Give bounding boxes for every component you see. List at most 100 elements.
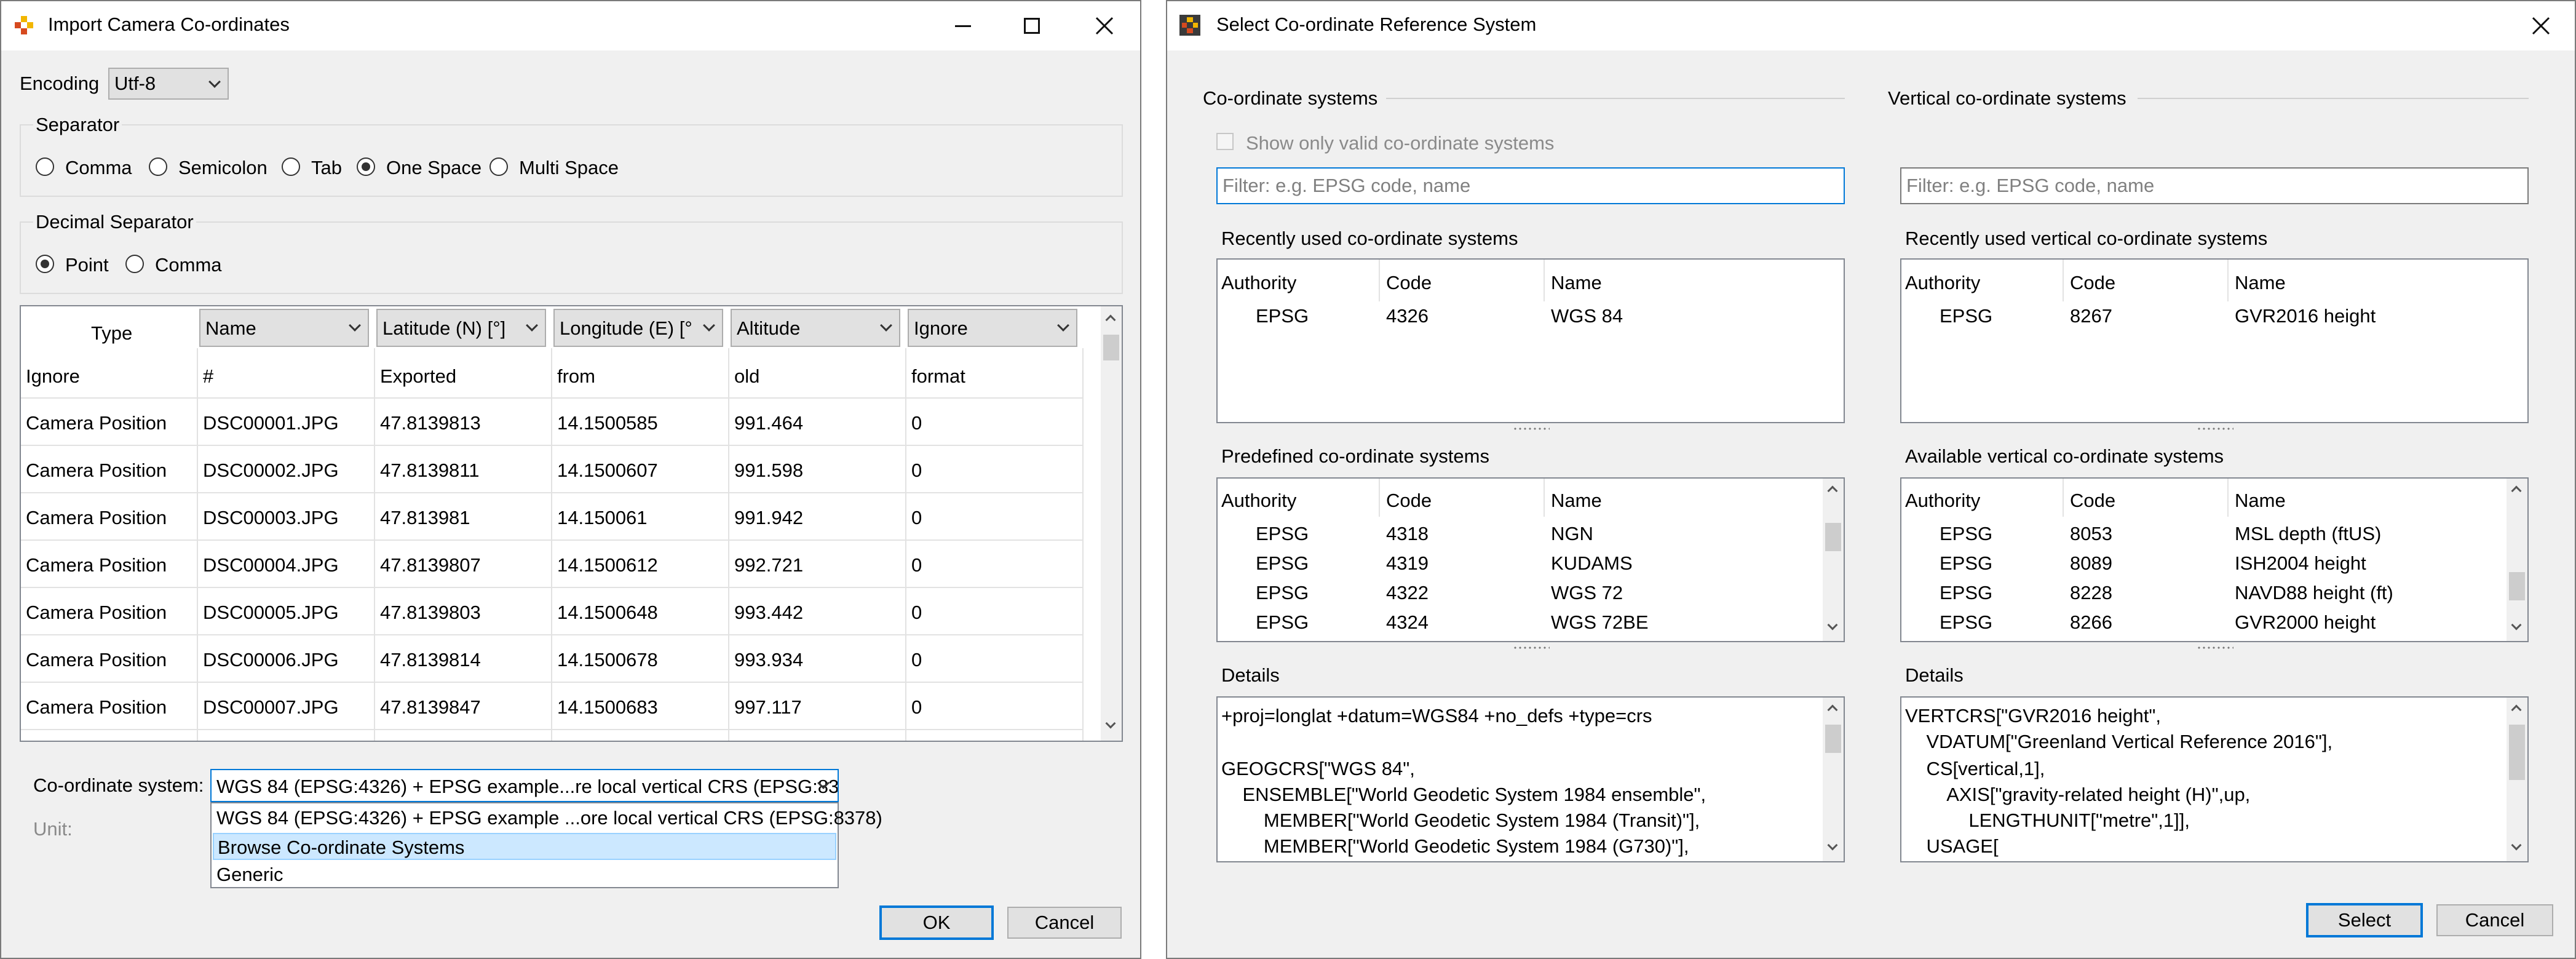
- separator-comma-label[interactable]: Comma: [65, 157, 132, 179]
- details-left-scrollbar[interactable]: [1823, 698, 1844, 861]
- column-select-2[interactable]: Latitude (N) [°]: [376, 309, 546, 347]
- show-valid-label[interactable]: Show only valid co-ordinate systems: [1246, 132, 1554, 154]
- scroll-up-icon[interactable]: [2511, 485, 2522, 496]
- details-left-panel[interactable]: +proj=longlat +datum=WGS84 +no_defs +typ…: [1216, 696, 1845, 862]
- column-header-authority[interactable]: Authority: [1221, 272, 1296, 294]
- column-header-code[interactable]: Code: [1386, 272, 1432, 294]
- vertical-filter-input[interactable]: [1900, 167, 2529, 204]
- separator-semicolon-radio[interactable]: [149, 157, 167, 176]
- cancel-button[interactable]: Cancel: [1007, 907, 1122, 939]
- minimize-icon[interactable]: [938, 6, 988, 46]
- column-header-authority[interactable]: Authority: [1905, 272, 1980, 294]
- table-cell: DSC00006.JPG: [203, 649, 339, 671]
- scroll-up-icon[interactable]: [1827, 704, 1838, 715]
- scrollbar-thumb[interactable]: [1825, 725, 1841, 753]
- decimal-point-radio[interactable]: [36, 255, 54, 273]
- column-select-4[interactable]: Altitude: [731, 309, 900, 347]
- details-right-panel[interactable]: VERTCRS["GVR2016 height", VDATUM["Greenl…: [1900, 696, 2529, 862]
- maximize-icon[interactable]: [1007, 6, 1056, 46]
- scrollbar-thumb[interactable]: [1825, 523, 1841, 551]
- column-header-authority[interactable]: Authority: [1221, 490, 1296, 512]
- scrollbar-thumb[interactable]: [1103, 335, 1119, 360]
- scroll-down-icon[interactable]: [1827, 840, 1838, 851]
- crs-filter-input[interactable]: [1216, 167, 1845, 204]
- grid-line: [21, 492, 1082, 493]
- splitter-handle[interactable]: [2197, 646, 2233, 650]
- section-divider: [2138, 98, 2529, 99]
- table-cell: 47.8139803: [380, 602, 481, 623]
- dropdown-option-label: Browse Co-ordinate Systems: [218, 837, 465, 858]
- select-button[interactable]: Select: [2306, 903, 2423, 937]
- separator-semicolon-label[interactable]: Semicolon: [178, 157, 268, 179]
- table-cell: MSL depth (ftUS): [2235, 523, 2382, 544]
- scroll-down-icon[interactable]: [2511, 619, 2522, 631]
- column-header-name[interactable]: Name: [1551, 490, 1602, 512]
- column-header-code[interactable]: Code: [1386, 490, 1432, 512]
- column-select-1[interactable]: Name: [199, 309, 369, 347]
- dropdown-option[interactable]: WGS 84 (EPSG:4326) + EPSG example ...ore…: [216, 807, 882, 829]
- import-preview-table[interactable]: Type Name Latitude (N) [°] Longitude (E)…: [20, 305, 1123, 742]
- recent-crs-table[interactable]: Authority Code Name EPSG 4326 WGS 84: [1216, 258, 1845, 423]
- scroll-down-icon[interactable]: [1105, 718, 1116, 729]
- column-header-name[interactable]: Name: [1551, 272, 1602, 294]
- recent-vertical-table[interactable]: Authority Code Name EPSG 8267 GVR2016 he…: [1900, 258, 2529, 423]
- details-right-scrollbar[interactable]: [2507, 698, 2527, 861]
- splitter-handle[interactable]: [1513, 646, 1550, 650]
- scroll-up-icon[interactable]: [1105, 314, 1116, 325]
- table-cell: 8228: [2070, 582, 2112, 603]
- table-cell: 47.8139847: [380, 696, 481, 718]
- table-cell: Camera Position: [26, 602, 167, 623]
- separator-tab-radio[interactable]: [282, 157, 300, 176]
- column-select-4-value: Altitude: [737, 317, 801, 339]
- decimal-comma-label[interactable]: Comma: [155, 254, 222, 276]
- column-header-code[interactable]: Code: [2070, 490, 2115, 512]
- close-icon[interactable]: [1080, 6, 1129, 46]
- splitter-handle[interactable]: [1513, 427, 1550, 431]
- decimal-point-label[interactable]: Point: [65, 254, 109, 276]
- column-header-authority[interactable]: Authority: [1905, 490, 1980, 512]
- column-select-2-value: Latitude (N) [°]: [382, 317, 506, 339]
- scroll-down-icon[interactable]: [2511, 840, 2522, 851]
- show-valid-checkbox[interactable]: [1216, 133, 1234, 150]
- close-icon[interactable]: [2516, 6, 2566, 46]
- separator-one-space-label[interactable]: One Space: [386, 157, 482, 179]
- separator-multi-space-label[interactable]: Multi Space: [519, 157, 619, 179]
- crs-dialog-titlebar[interactable]: Select Co-ordinate Reference System: [1167, 1, 2575, 50]
- crs-filter-input-field[interactable]: [1218, 169, 1844, 203]
- predefined-scrollbar[interactable]: [1823, 479, 1844, 641]
- encoding-select[interactable]: Utf-8: [108, 68, 229, 100]
- coordinate-system-select[interactable]: WGS 84 (EPSG:4326) + EPSG example...re l…: [210, 769, 839, 802]
- scrollbar-thumb[interactable]: [2509, 572, 2525, 600]
- column-header-name[interactable]: Name: [2235, 490, 2286, 512]
- column-select-3[interactable]: Longitude (E) [°: [553, 309, 723, 347]
- column-separator: [2063, 260, 2064, 301]
- table-cell: 0: [911, 460, 922, 481]
- scroll-up-icon[interactable]: [1827, 485, 1838, 496]
- available-vertical-table[interactable]: Authority Code Name EPSG 8053 MSL depth …: [1900, 477, 2529, 642]
- table-cell: KUDAMS: [1551, 552, 1633, 574]
- crs-cancel-button[interactable]: Cancel: [2436, 904, 2553, 936]
- vertical-filter-input-field[interactable]: [1901, 169, 2527, 203]
- separator-tab-label[interactable]: Tab: [311, 157, 342, 179]
- scroll-up-icon[interactable]: [2511, 704, 2522, 715]
- table-cell: 8267: [2070, 305, 2112, 327]
- coordinate-system-label: Co-ordinate system:: [33, 774, 204, 796]
- scrollbar-thumb[interactable]: [2509, 725, 2525, 780]
- ok-button[interactable]: OK: [879, 905, 994, 940]
- import-dialog-titlebar[interactable]: Import Camera Co-ordinates: [1, 1, 1140, 50]
- dropdown-option[interactable]: Generic: [216, 864, 283, 886]
- column-header-code[interactable]: Code: [2070, 272, 2115, 294]
- available-scrollbar[interactable]: [2507, 479, 2527, 641]
- decimal-comma-radio[interactable]: [125, 255, 144, 273]
- table-cell: DSC00003.JPG: [203, 507, 339, 528]
- predefined-crs-table[interactable]: Authority Code Name EPSG 4318 NGN EPSG 4…: [1216, 477, 1845, 642]
- separator-comma-radio[interactable]: [36, 157, 54, 176]
- separator-multi-space-radio[interactable]: [489, 157, 508, 176]
- table-scrollbar[interactable]: [1101, 306, 1122, 741]
- separator-one-space-radio[interactable]: [357, 157, 375, 176]
- dropdown-option-highlighted[interactable]: Browse Co-ordinate Systems: [213, 833, 836, 860]
- splitter-handle[interactable]: [2197, 427, 2233, 431]
- column-select-5[interactable]: Ignore: [908, 309, 1077, 347]
- column-header-name[interactable]: Name: [2235, 272, 2286, 294]
- scroll-down-icon[interactable]: [1827, 619, 1838, 631]
